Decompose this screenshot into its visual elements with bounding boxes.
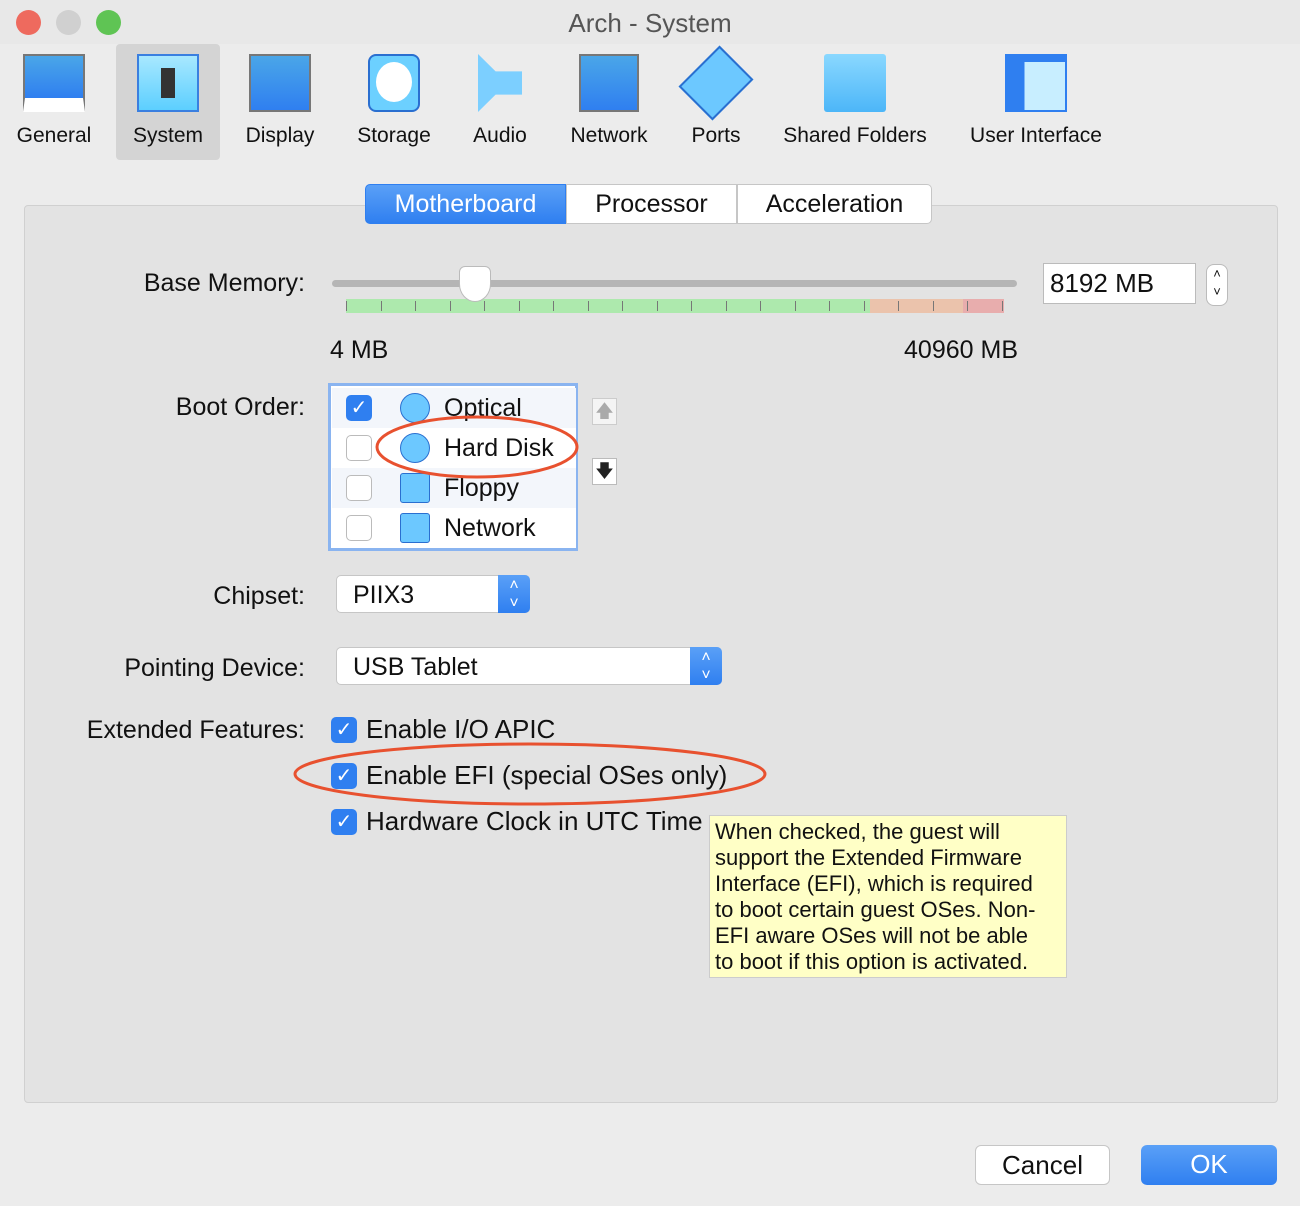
slider-tick [415,301,416,311]
slider-tick [794,301,796,311]
slider-tick [518,301,520,311]
hard-disk-annotation [375,415,579,479]
slider-tick [622,301,623,311]
slider-tick [691,301,692,311]
slider-tick [380,301,382,311]
annotation-overlay [293,415,767,806]
slider-tick [725,301,727,311]
slider-tick [346,301,347,311]
slider-tick [863,301,865,311]
slider-tick [656,301,658,311]
cancel-button[interactable]: Cancel [975,1145,1110,1185]
efi-annotation [293,742,767,806]
slider-tick [829,301,830,311]
slider-tick [760,301,761,311]
ok-button[interactable]: OK [1141,1145,1277,1185]
slider-tick [967,301,968,311]
slider-tick [484,301,485,311]
slider-tick [587,301,589,311]
slider-tick [449,301,451,311]
slider-tick [898,301,899,311]
slider-tick [1001,301,1003,311]
slider-tick [553,301,554,311]
slider-tick [932,301,934,311]
